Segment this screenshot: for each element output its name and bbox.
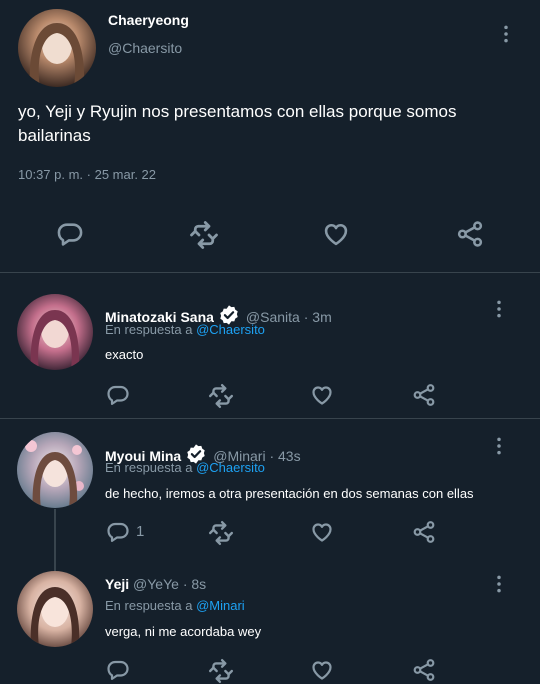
like-icon[interactable] — [322, 220, 350, 248]
share-icon[interactable] — [412, 658, 436, 682]
reply-icon[interactable] — [56, 220, 84, 248]
reply-icon[interactable] — [106, 383, 130, 407]
reply-time[interactable]: · 3m — [304, 309, 332, 325]
reply-count: 1 — [136, 523, 145, 540]
reply-tweet: Minatozaki Sana @Sanita · 3m En respuesta… — [0, 273, 540, 418]
author-name[interactable]: Chaeryeong — [108, 12, 189, 28]
reply-icon[interactable] — [106, 658, 130, 682]
like-icon[interactable] — [310, 520, 334, 544]
avatar[interactable] — [17, 571, 93, 647]
retweet-icon[interactable] — [208, 520, 234, 546]
mention-link[interactable]: @Minari — [196, 598, 245, 613]
tweet-text: yo, Yeji y Ryujin nos presentamos con el… — [18, 102, 457, 145]
avatar[interactable] — [17, 432, 93, 508]
mention-link[interactable]: @Chaersito — [196, 322, 265, 337]
tweet-timestamp[interactable]: 10:37 p. m. · 25 mar. 22 — [18, 167, 156, 182]
reply-time[interactable]: · 43s — [269, 448, 300, 464]
reply-tweet: Yeji @YeYe · 8s En respuesta a @Minari v… — [0, 559, 540, 684]
reply-icon[interactable] — [106, 520, 130, 544]
mention-link[interactable]: @Chaersito — [196, 460, 265, 475]
like-icon[interactable] — [310, 658, 334, 682]
reply-text: verga, ni me acordaba wey — [105, 624, 262, 639]
share-icon[interactable] — [412, 520, 436, 544]
more-options-icon[interactable] — [496, 574, 502, 594]
more-options-icon[interactable] — [503, 24, 509, 44]
like-icon[interactable] — [310, 383, 334, 407]
reply-text: de hecho, iremos a otra presentación en … — [105, 486, 474, 501]
in-reply-to: En respuesta a @Minari — [105, 598, 245, 613]
main-tweet: Chaeryeong @Chaersito yo, Yeji y Ryujin … — [0, 0, 540, 272]
avatar[interactable] — [18, 9, 96, 87]
more-options-icon[interactable] — [496, 436, 502, 456]
share-icon[interactable] — [412, 383, 436, 407]
author-name[interactable]: Yeji — [105, 576, 129, 592]
avatar[interactable] — [17, 294, 93, 370]
reply-time[interactable]: · 8s — [183, 576, 206, 592]
author-handle[interactable]: @YeYe — [133, 576, 179, 592]
reply-header: Yeji @YeYe · 8s — [105, 576, 206, 592]
in-reply-to: En respuesta a @Chaersito — [105, 460, 265, 475]
reply-tweet: Myoui Mina @Minari · 43s En respuesta a @… — [0, 419, 540, 559]
retweet-icon[interactable] — [208, 658, 234, 684]
more-options-icon[interactable] — [496, 299, 502, 319]
author-handle[interactable]: @Chaersito — [108, 40, 182, 56]
retweet-icon[interactable] — [189, 220, 219, 250]
reply-text: exacto — [105, 347, 144, 362]
retweet-icon[interactable] — [208, 383, 234, 409]
share-icon[interactable] — [456, 220, 484, 248]
in-reply-to: En respuesta a @Chaersito — [105, 322, 265, 337]
